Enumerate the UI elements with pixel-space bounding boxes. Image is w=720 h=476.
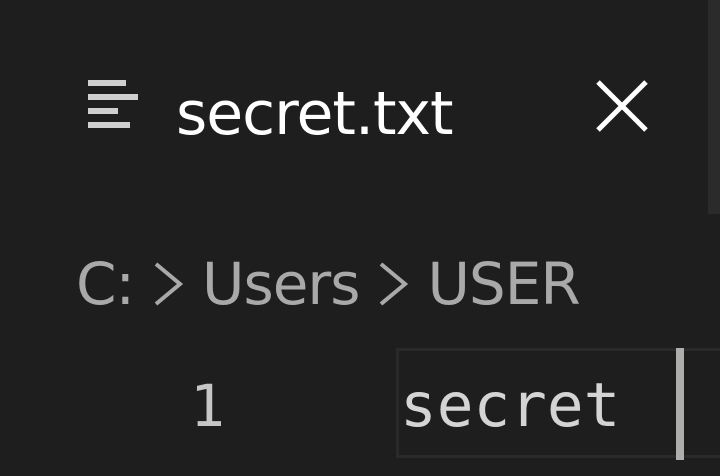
close-icon[interactable] bbox=[590, 74, 654, 138]
breadcrumb-item-users[interactable]: Users bbox=[202, 250, 360, 318]
chevron-right-icon bbox=[371, 254, 417, 314]
tab-bar: secret.txt bbox=[0, 0, 720, 214]
editor[interactable]: 1 secret bbox=[0, 340, 720, 476]
tab-secret-txt[interactable]: secret.txt bbox=[0, 0, 708, 214]
chevron-right-icon bbox=[146, 254, 192, 314]
code-line[interactable]: secret bbox=[400, 368, 620, 444]
breadcrumb: C: Users USER bbox=[76, 242, 581, 326]
file-lines-icon bbox=[86, 76, 142, 136]
tab-divider bbox=[708, 0, 720, 214]
breadcrumb-item-user[interactable]: USER bbox=[427, 250, 580, 318]
text-cursor bbox=[676, 348, 684, 460]
breadcrumb-item-drive[interactable]: C: bbox=[76, 250, 135, 318]
tab-title: secret.txt bbox=[176, 79, 454, 149]
line-number: 1 bbox=[190, 372, 225, 440]
